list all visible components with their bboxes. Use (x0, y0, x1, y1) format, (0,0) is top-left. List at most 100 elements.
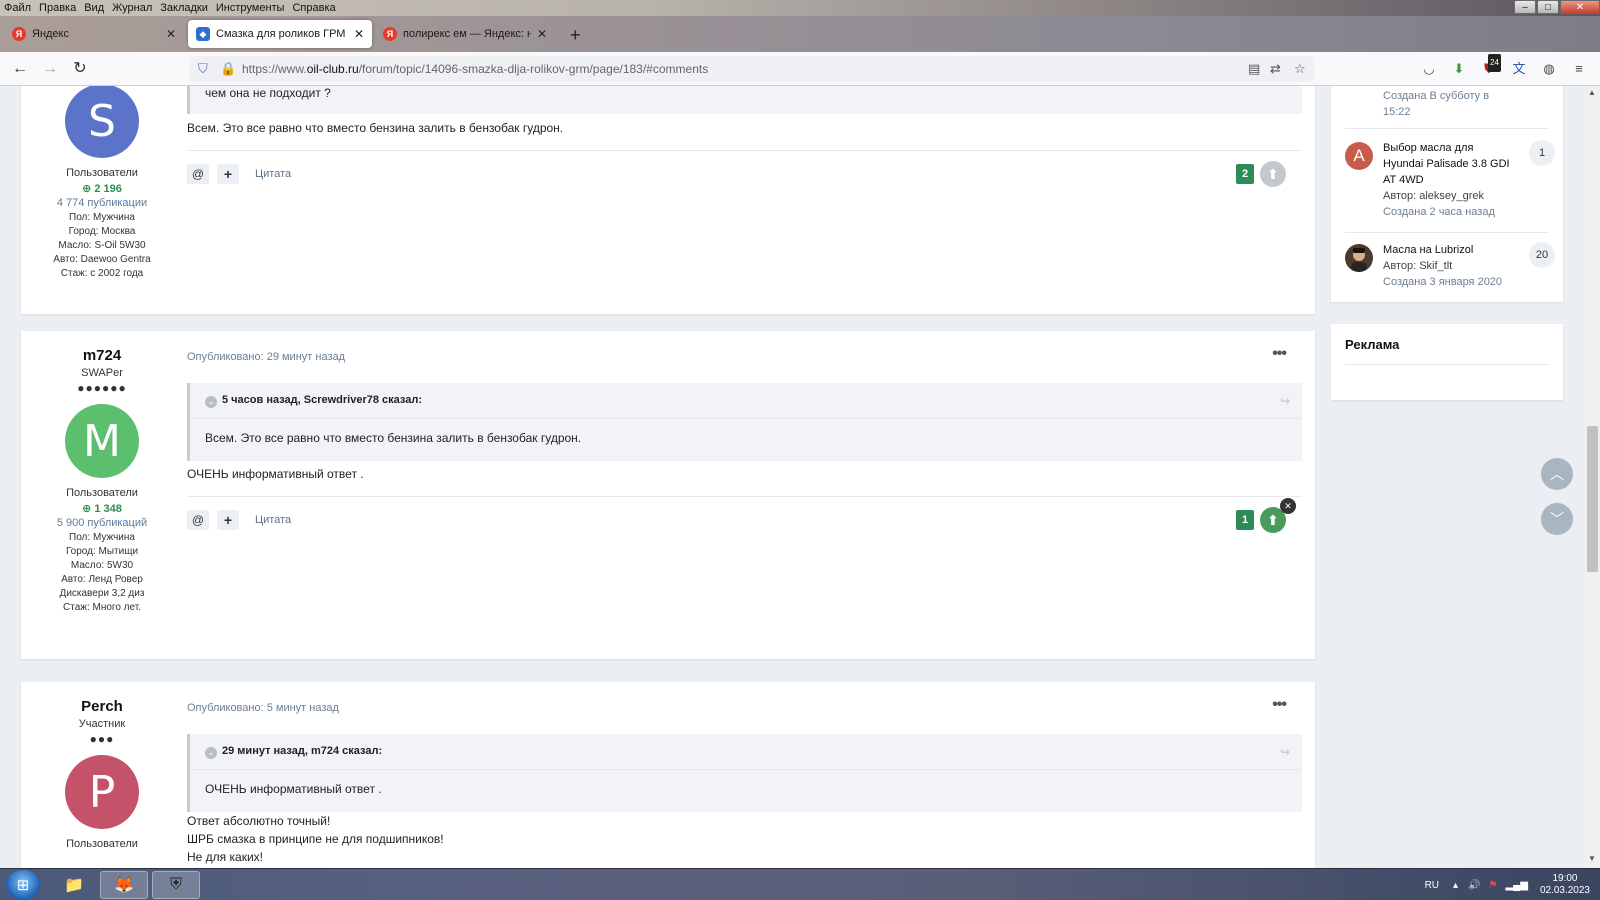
menu-view[interactable]: Вид (80, 2, 108, 14)
minimize-button[interactable]: – (1514, 0, 1536, 14)
game-app-icon[interactable]: ⛨ (152, 871, 200, 899)
avatar[interactable]: S (65, 86, 139, 158)
post-author: Perch Участник ●●● P Пользователи (21, 698, 183, 850)
translator-extension-icon[interactable]: 文 (1510, 60, 1528, 78)
mention-icon[interactable]: @ (187, 164, 209, 184)
author-name[interactable]: m724 (21, 347, 183, 364)
topic-info: Масла на Lubrizol Автор: Skif_tlt Создан… (1383, 242, 1515, 290)
post-actions: @ + Цитата (187, 510, 291, 530)
sidebar-ad-widget: Реклама (1331, 324, 1563, 400)
tab-title: Смазка для роликов ГРМ - Страница 183 (216, 28, 348, 40)
scroll-up-arrow-icon[interactable]: ▲ (1588, 88, 1596, 97)
firefox-icon[interactable]: 🦊 (100, 871, 148, 899)
chevron-down-icon[interactable]: ⌄ (205, 747, 217, 759)
menu-edit[interactable]: Правка (35, 2, 80, 14)
quote-link[interactable]: Цитата (255, 514, 291, 526)
post-date[interactable]: Опубликовано: 29 минут назад (187, 351, 345, 363)
multiquote-plus-icon[interactable]: + (217, 164, 239, 184)
remove-reaction-icon[interactable]: ✕ (1280, 498, 1296, 514)
translate-icon[interactable]: ⇄ (1270, 61, 1281, 77)
scroll-up-button[interactable]: ︿ (1541, 458, 1573, 490)
avatar[interactable]: A (1345, 142, 1373, 170)
extension-badge: 24 (1488, 54, 1501, 72)
topic-title[interactable]: Масла на Lubrizol (1383, 242, 1515, 258)
user-group: Пользователи (66, 487, 138, 499)
download-icon[interactable]: ⬇ (1450, 60, 1468, 78)
avatar[interactable]: M (65, 404, 139, 478)
tab-bar: Я Яндекс ✕ ◆ Смазка для роликов ГРМ - Ст… (0, 16, 1600, 52)
quote-link[interactable]: Цитата (255, 168, 291, 180)
file-explorer-icon[interactable]: 📁 (50, 871, 98, 899)
posts-count[interactable]: 5 900 публикаций (21, 517, 183, 529)
menu-tools[interactable]: Инструменты (212, 2, 289, 14)
taskbar: ⊞ 📁 🦊 ⛨ RU ▴ 🔊 ⚑ ▂▄▆ 19:00 02.03.2023 (0, 868, 1600, 900)
profile-field: Пол: Мужчина (69, 532, 135, 543)
language-indicator[interactable]: RU (1425, 880, 1439, 891)
url-text[interactable]: https://www.oil-club.ru/forum/topic/1409… (242, 62, 708, 76)
reload-icon[interactable]: ↻ (70, 59, 90, 79)
close-tab-icon[interactable]: ✕ (354, 27, 364, 41)
posts-count[interactable]: 4 774 публикации (21, 197, 183, 209)
post-text-line: Не для каких! (187, 850, 263, 864)
upvote-arrow-icon[interactable]: ⬆ (1260, 161, 1286, 187)
back-arrow-icon[interactable]: ← (10, 59, 30, 79)
clock[interactable]: 19:00 02.03.2023 (1540, 873, 1590, 897)
hamburger-menu-icon[interactable]: ≡ (1570, 60, 1588, 78)
reader-view-icon[interactable]: ▤ (1248, 61, 1260, 77)
post-text: ОЧЕНЬ информативный ответ . (187, 467, 364, 481)
maximize-button[interactable]: □ (1537, 0, 1559, 14)
tab-yandex[interactable]: Я Яндекс ✕ (4, 20, 184, 48)
scroll-down-arrow-icon[interactable]: ▼ (1588, 854, 1596, 863)
menu-file[interactable]: Файл (0, 2, 35, 14)
topic-author: Автор: Skif_tlt (1383, 260, 1453, 272)
share-arrow-icon[interactable]: ↪ (1280, 745, 1290, 759)
lock-icon[interactable]: 🔒 (220, 61, 236, 77)
forward-arrow-icon[interactable]: → (40, 59, 60, 79)
action-center-flag-icon[interactable]: ⚑ (1489, 880, 1498, 891)
address-bar[interactable]: ⛉ 🔒 https://www.oil-club.ru/forum/topic/… (190, 56, 1314, 82)
scrollbar-thumb[interactable] (1587, 426, 1598, 572)
avatar[interactable] (1345, 244, 1373, 272)
reaction-count[interactable]: 2 (1236, 164, 1254, 184)
reaction-count[interactable]: 1 (1236, 510, 1254, 530)
sidebar-topics-widget: Создана В субботу в 15:22 A Выбор масла … (1331, 86, 1563, 302)
close-window-button[interactable]: ✕ (1560, 0, 1600, 14)
multiquote-plus-icon[interactable]: + (217, 510, 239, 530)
volume-icon[interactable]: 🔊 (1468, 880, 1480, 891)
user-group: Пользователи (66, 838, 138, 850)
close-tab-icon[interactable]: ✕ (166, 27, 176, 41)
bookmark-star-icon[interactable]: ☆ (1294, 61, 1306, 77)
tab-yandex-search[interactable]: Я полирекс ем — Яндекс: нашлось ✕ (375, 20, 555, 48)
pocket-icon[interactable]: ◡ (1420, 60, 1438, 78)
avatar[interactable]: P (65, 755, 139, 829)
menu-history[interactable]: Журнал (108, 2, 156, 14)
more-options-icon[interactable]: ••• (1272, 696, 1287, 714)
reply-count-badge: 20 (1529, 242, 1555, 268)
adblock-icon[interactable]: ⛊24 (1480, 54, 1501, 78)
more-options-icon[interactable]: ••• (1272, 345, 1287, 363)
author-name[interactable]: Perch (21, 698, 183, 715)
reputation-badge: ⊕ 1 348 (82, 503, 122, 515)
scroll-down-button[interactable]: ﹀ (1541, 503, 1573, 535)
profile-field: Авто: Daewoo Gentra (53, 254, 151, 265)
globe-icon[interactable]: ◍ (1540, 60, 1558, 78)
network-signal-icon[interactable]: ▂▄▆ (1505, 880, 1527, 891)
chevron-down-icon[interactable]: ⌄ (205, 396, 217, 408)
post-date[interactable]: Опубликовано: 5 минут назад (187, 702, 339, 714)
close-tab-icon[interactable]: ✕ (537, 27, 547, 41)
topic-title[interactable]: Выбор масла для Hyundai Palisade 3.8 GDI… (1383, 140, 1515, 188)
mention-icon[interactable]: @ (187, 510, 209, 530)
tray-expand-icon[interactable]: ▴ (1453, 880, 1458, 891)
menu-help[interactable]: Справка (288, 2, 339, 14)
tab-oil-club[interactable]: ◆ Смазка для роликов ГРМ - Страница 183 … (188, 20, 372, 48)
menu-bookmarks[interactable]: Закладки (156, 2, 212, 14)
start-button-icon[interactable]: ⊞ (6, 870, 40, 900)
new-tab-button[interactable]: + (570, 25, 581, 46)
share-arrow-icon[interactable]: ↪ (1280, 394, 1290, 408)
quote-body: Всем. Это все равно что вместо бензина з… (205, 431, 582, 445)
upvote-arrow-icon[interactable]: ⬆ ✕ (1260, 498, 1296, 533)
topic-item: Создана В субботу в 15:22 (1345, 88, 1555, 128)
tracking-shield-icon[interactable]: ⛉ (198, 61, 208, 77)
page-scrollbar[interactable]: ▲ ▼ (1585, 86, 1600, 868)
post-author: m724 SWAPer ●●●●●● M Пользователи ⊕ 1 34… (21, 347, 183, 613)
